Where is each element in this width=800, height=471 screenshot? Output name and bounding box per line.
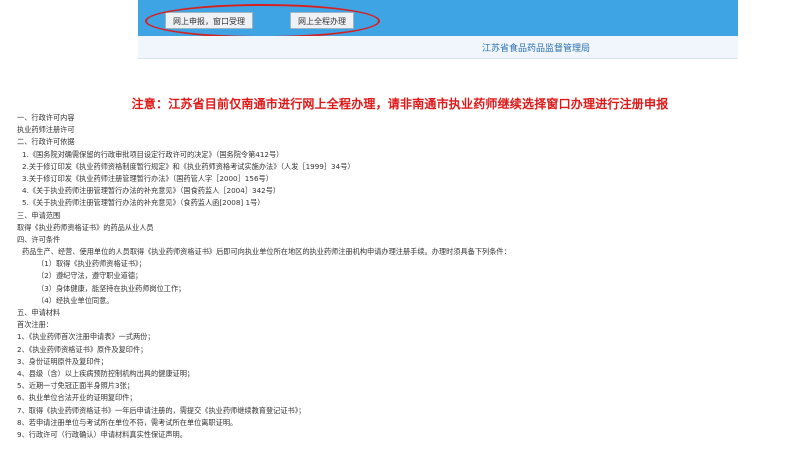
content-line: 1.《国务院对确需保留的行政审批项目设定行政许可的决定》（国务院令第412号） (22, 149, 284, 159)
top-navigation-band: 网上申报，窗口受理 网上全程办理 (138, 0, 738, 36)
content-line: 3.关于修订印发《执业药师注册管理暂行办法》（国药管人字［2000］156号） (22, 173, 273, 183)
content-line: 2、《执业药师资格证书》原件及复印件； (17, 344, 148, 354)
content-line: 8、若申请注册单位与考试所在单位不符，需考试所在单位离职证明。 (17, 417, 238, 427)
content-line: 药品生产、经营、使用单位的人员取得《执业药师资格证书》后即可向执业单位所在地区的… (22, 247, 511, 257)
section-heading: 二、行政许可依据 (17, 137, 75, 147)
agency-name: 江苏省食品药品监督管理局 (481, 44, 590, 54)
content-line: 7、取得《执业药师资格证书》一年后申请注册的，需提交《执业药师继续教育登记证书》… (17, 405, 306, 415)
content-line: 4.《关于执业药师注册管理暂行办法的补充意见》（国食药监人［2004］342号） (22, 186, 281, 196)
content-line: （4）经执业单位同意。 (37, 295, 114, 305)
section-heading: 一、行政许可内容 (17, 113, 75, 122)
notice-text: 注意：江苏省目前仅南通市进行网上全程办理，请非南通市执业药师继续选择窗口办理进行… (131, 97, 669, 111)
content-line: 5、近期一寸免冠正面半身照片3张； (17, 381, 134, 391)
tab-online-full-process[interactable]: 网上全程办理 (290, 12, 354, 29)
content-line: 2.关于修订印发《执业药师资格制度暂行规定》和《执业药师资格考试实施办法》（人发… (22, 161, 355, 171)
content-line: 取得《执业药师资格证书》的药品从业人员 (17, 222, 154, 232)
agency-banner: 江苏省食品药品监督管理局 (138, 36, 738, 59)
content-line: 9、行政许可（行政确认）申请材料真实性保证声明。 (17, 429, 187, 439)
section-heading: 四、许可条件 (17, 234, 61, 244)
content-line: （1）取得《执业药师资格证书》； (37, 259, 146, 269)
content-line: 执业药师注册许可 (17, 125, 75, 135)
content-line: （2）遵纪守法，遵守职业道德； (37, 271, 143, 281)
section-heading: 三、申请范围 (17, 210, 61, 220)
section-heading: 五、申请材料 (17, 308, 61, 317)
content-body: 一、行政许可内容 执业药师注册许可 二、行政许可依据 1.《国务院对确需保留的行… (17, 112, 787, 441)
content-line: 5.《关于执业药师注册管理暂行办法的补充意见》（食药监人函[2008] 1号） (22, 198, 265, 208)
content-line: 3、身份证明原件及复印件； (17, 356, 108, 366)
content-line: 4、县级（含）以上疾病预防控制机构出具的健康证明； (17, 368, 195, 378)
content-line: 1、《执业药师首次注册申请表》一式两份； (17, 332, 155, 342)
content-line: 6、执业单位合法开业的证明复印件； (17, 393, 137, 403)
content-line: （3）身体健康，能坚持在执业药师岗位工作； (37, 283, 186, 293)
tab-online-apply-window-accept[interactable]: 网上申报，窗口受理 (165, 12, 253, 29)
content-line: 首次注册： (17, 320, 53, 330)
